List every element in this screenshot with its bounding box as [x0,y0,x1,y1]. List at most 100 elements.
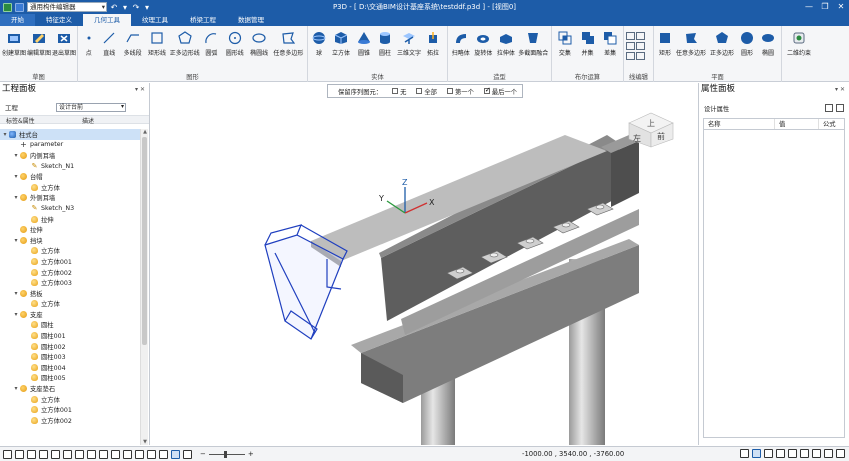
ellipse-line-button[interactable]: 椭圆线 [248,29,271,57]
tree-node[interactable]: 立方体001 [0,404,140,415]
line-edit-tool-icon[interactable] [626,42,635,50]
2d-constraint-button[interactable]: 二维约束 [784,29,814,57]
shaded-edges-icon[interactable] [135,449,144,459]
create-sketch-button[interactable]: 创建草图 [2,29,26,57]
zoom-slider[interactable]: − + [200,450,254,458]
cone-button[interactable]: 圆锥 [354,29,374,57]
circle-line-button[interactable]: 圆形线 [223,29,246,57]
tree-node[interactable]: 圆柱001 [0,330,140,341]
option-none[interactable]: 无 [392,87,406,96]
zoom-window-icon[interactable] [75,449,84,459]
edit-sketch-button[interactable]: 编辑草图 [27,29,51,57]
line-edit-tool-icon[interactable] [636,52,645,60]
expand-icon[interactable]: ▾ [13,237,19,244]
sweep-button[interactable]: 扫略体 [450,29,472,57]
dropdown-icon[interactable]: ▾ [121,3,129,12]
rotate-icon[interactable] [63,449,72,459]
pan-icon[interactable] [51,449,60,459]
free-polygon-button[interactable]: 任意多边形 [272,29,305,57]
minimize-button[interactable]: — [801,0,817,14]
zoom-in-button[interactable]: + [248,450,254,458]
tab-texture[interactable]: 纹理工具 [131,14,179,26]
plane-free-polygon-button[interactable]: 任意多边形 [675,29,707,57]
line-edit-tool-icon[interactable] [626,52,635,60]
option-all[interactable]: 全部 [416,87,437,96]
tab-start[interactable]: 开始 [0,14,35,26]
tree-node[interactable]: ▾ 支座 [0,309,140,320]
union-button[interactable]: 并集 [577,29,599,57]
tree-node[interactable]: ▾ 挡块 [0,235,140,246]
plane-polygon-button[interactable]: 正多边形 [708,29,736,57]
line-edit-tool-icon[interactable] [626,32,635,40]
tab-geometry[interactable]: 几何工具 [83,14,131,26]
mode-select[interactable]: 通用构件编辑器 [27,2,107,12]
tab-feature[interactable]: 特征定义 [35,14,83,26]
revolve-button[interactable]: 旋转体 [473,29,495,57]
tree-node[interactable]: ✎ Sketch_N3 [0,203,140,214]
cube-button[interactable]: 立方体 [329,29,353,57]
scroll-down-icon[interactable]: ▼ [141,439,149,445]
section-icon[interactable] [159,449,168,459]
expand-icon[interactable]: ▾ [13,152,19,159]
close-button[interactable]: ✕ [833,0,849,14]
scroll-up-icon[interactable]: ▲ [141,129,149,135]
project-select[interactable]: 设计台前 [56,102,126,112]
measure-icon[interactable] [788,449,797,458]
scroll-thumb[interactable] [142,137,147,345]
settings-icon[interactable] [824,449,833,458]
cylinder-button[interactable]: 圆柱 [375,29,395,57]
maximize-button[interactable]: ❐ [817,0,833,14]
undo-icon[interactable]: ↶ [110,3,118,12]
tree-node[interactable]: 立方体 [0,394,140,405]
zoom-knob[interactable] [223,450,227,458]
3d-viewport[interactable]: Z X Y 上 左 前 [151,83,697,445]
dropdown-icon[interactable]: ▾ [143,3,151,12]
tab-bridge[interactable]: 桥梁工程 [179,14,227,26]
zoom-out-button[interactable]: − [200,450,206,458]
snap-active-icon[interactable] [752,449,761,458]
tree-node[interactable]: 圆柱004 [0,362,140,373]
option-last[interactable]: 最后一个 [483,86,517,96]
option-first[interactable]: 第一个 [446,87,474,96]
wireframe-icon[interactable] [111,449,120,459]
active-view-icon[interactable] [171,449,180,459]
sphere-button[interactable]: 球 [310,29,328,57]
tree-node[interactable]: 拉伸 [0,224,140,235]
snap-icon[interactable] [740,449,749,458]
rect-line-button[interactable]: 矩形线 [145,29,168,57]
tree-node[interactable]: 立方体 [0,182,140,193]
tree-node[interactable]: 立方体003 [0,277,140,288]
view-mode-icon[interactable] [3,449,12,459]
view-cube-top[interactable]: 上 [647,119,655,128]
zoom-icon[interactable] [87,449,96,459]
expand-icon[interactable]: ▾ [13,173,19,180]
view-cube-left[interactable]: 左 [633,133,641,143]
tree-node[interactable]: ▾ 柱式台 [0,129,140,140]
3d-text-button[interactable]: 三维文字 [396,29,422,57]
grid-icon[interactable] [15,449,24,459]
tree-node[interactable]: ▾ 台帽 [0,171,140,182]
expand-icon[interactable]: ▾ [13,385,19,392]
checkbox-checked[interactable] [483,86,491,94]
layout-icon[interactable] [27,449,36,459]
tree-node[interactable]: 圆柱003 [0,351,140,362]
tree-node[interactable]: 立方体002 [0,415,140,426]
angle-icon[interactable] [776,449,785,458]
checkbox[interactable] [446,88,453,94]
line-edit-tool-icon[interactable] [636,42,645,50]
tree-node[interactable]: ▾ 支座垫石 [0,383,140,394]
tree-node[interactable]: 拉伸 [0,214,140,225]
shaded-icon[interactable] [123,449,132,459]
hidden-line-icon[interactable] [147,449,156,459]
view-cube-front[interactable]: 前 [657,131,665,141]
checkbox[interactable] [416,88,423,94]
sun-icon[interactable] [800,449,809,458]
tree-node[interactable]: ✎ Sketch_N1 [0,161,140,172]
expand-icon[interactable]: ▾ [2,131,8,138]
polygon-line-button[interactable]: 正多边形线 [170,29,200,57]
expand-icon[interactable]: ▾ [13,290,19,297]
polyline-button[interactable]: 多线段 [121,29,144,57]
chevrons-up-icon[interactable] [183,449,192,459]
tree-node[interactable]: + parameter [0,140,140,151]
scene-canvas[interactable]: Z X Y 上 左 前 [151,83,697,445]
